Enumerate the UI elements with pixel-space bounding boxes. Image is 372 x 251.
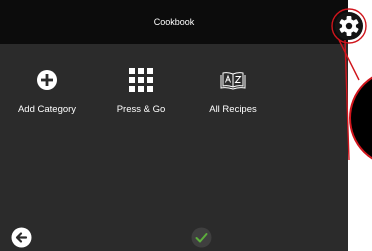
settings-button[interactable]: [334, 11, 364, 41]
press-and-go-button[interactable]: Press & Go: [96, 66, 186, 126]
add-category-button[interactable]: Add Category: [2, 66, 92, 126]
app-window: Cookbook Add Category Press & Go All Rec…: [0, 0, 372, 251]
cookbook-screen: Cookbook Add Category Press & Go All Rec…: [0, 0, 348, 251]
header-bar: Cookbook: [0, 0, 348, 44]
press-and-go-label: Press & Go: [116, 104, 166, 115]
all-recipes-button[interactable]: All Recipes: [188, 66, 278, 126]
back-button[interactable]: [11, 227, 32, 248]
page-title: Cookbook: [153, 17, 195, 27]
gear-icon: [335, 12, 363, 40]
plus-circle-icon: [2, 66, 92, 94]
grid-icon: [96, 66, 186, 94]
add-category-label: Add Category: [17, 104, 77, 115]
arrow-left-icon: [11, 227, 32, 248]
confirm-button[interactable]: [191, 227, 212, 248]
checkmark-icon: [191, 227, 212, 248]
open-book-az-icon: [188, 66, 278, 94]
all-recipes-label: All Recipes: [209, 104, 257, 115]
